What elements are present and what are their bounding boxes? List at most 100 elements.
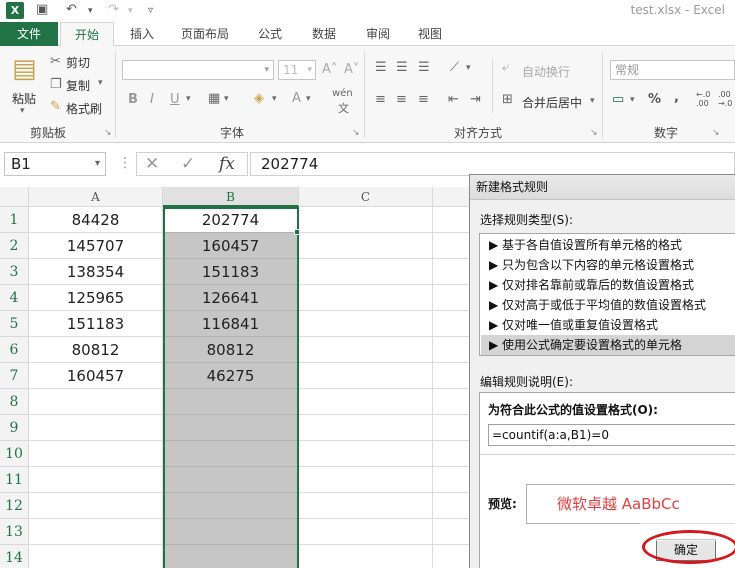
tab-file[interactable]: 文件 xyxy=(0,22,58,46)
orientation-dropdown-icon[interactable]: ▾ xyxy=(466,63,471,73)
cell-b[interactable] xyxy=(163,493,299,519)
copy-dropdown-icon[interactable]: ▾ xyxy=(98,78,103,88)
cell-c[interactable] xyxy=(299,467,433,493)
orientation-icon[interactable]: ⟋ xyxy=(450,60,459,75)
cell-c[interactable] xyxy=(299,415,433,441)
underline-button[interactable]: U xyxy=(170,92,180,107)
cell-a[interactable] xyxy=(29,441,163,467)
tab-insert[interactable]: 插入 xyxy=(120,22,164,46)
merge-center-icon[interactable]: ⊞ xyxy=(502,92,513,107)
select-all-corner[interactable] xyxy=(0,187,29,207)
align-middle-icon[interactable]: ☰ xyxy=(396,60,408,75)
row-header[interactable]: 6 xyxy=(0,337,29,363)
enter-icon[interactable]: ✓ xyxy=(181,154,195,174)
column-header-b[interactable]: B xyxy=(163,187,299,207)
row-header[interactable]: 13 xyxy=(0,519,29,545)
cell-c[interactable] xyxy=(299,285,433,311)
save-icon[interactable]: ▣ xyxy=(36,2,48,17)
tab-formulas[interactable]: 公式 xyxy=(248,22,292,46)
format-painter-button[interactable]: 格式刷 xyxy=(66,100,102,117)
rule-type-list[interactable]: ▶ 基于各自值设置所有单元格的格式 ▶ 只为包含以下内容的单元格设置格式 ▶ 仅… xyxy=(479,233,735,356)
wrap-text-icon[interactable]: ⤶ xyxy=(502,60,509,75)
decrease-decimal-button[interactable]: .00 →.0 xyxy=(718,90,735,108)
cell-a[interactable] xyxy=(29,389,163,415)
cell-a[interactable]: 80812 xyxy=(29,337,163,363)
row-header[interactable]: 11 xyxy=(0,467,29,493)
redo-icon[interactable]: ↷ xyxy=(108,2,119,17)
paste-button[interactable]: 粘贴 xyxy=(12,90,36,107)
align-top-icon[interactable]: ☰ xyxy=(375,60,387,75)
wrap-text-button[interactable]: 自动换行 xyxy=(522,63,570,80)
more-options-icon[interactable]: ⋮ xyxy=(118,155,132,171)
insert-function-button[interactable]: fx xyxy=(219,154,235,174)
accounting-dropdown-icon[interactable]: ▾ xyxy=(630,95,635,105)
rule-type-item-selected[interactable]: ▶ 使用公式确定要设置格式的单元格 xyxy=(481,335,735,355)
redo-dropdown-icon[interactable]: ▾ xyxy=(128,6,133,16)
format-painter-icon[interactable]: ✎ xyxy=(50,99,61,114)
accounting-format-icon[interactable]: ▭ xyxy=(612,92,624,107)
cell-a[interactable] xyxy=(29,545,163,568)
shrink-font-icon[interactable]: A˅ xyxy=(344,62,359,77)
cell-b[interactable] xyxy=(163,441,299,467)
font-size-box[interactable]: 11 ▾ xyxy=(278,60,316,80)
paste-icon[interactable]: ▤ xyxy=(12,54,37,84)
bold-button[interactable]: B xyxy=(128,92,138,107)
cell-c[interactable] xyxy=(299,519,433,545)
cell-a[interactable] xyxy=(29,467,163,493)
clipboard-launcher-icon[interactable]: ↘ xyxy=(104,128,112,138)
name-box-dropdown-icon[interactable]: ▾ xyxy=(95,153,100,175)
undo-dropdown-icon[interactable]: ▾ xyxy=(88,6,93,16)
font-color-dropdown-icon[interactable]: ▾ xyxy=(306,94,311,104)
increase-decimal-button[interactable]: ←.0 .00 xyxy=(696,90,716,108)
column-header-c[interactable]: C xyxy=(299,187,433,207)
cell-a[interactable] xyxy=(29,519,163,545)
font-launcher-icon[interactable]: ↘ xyxy=(352,128,360,138)
italic-button[interactable]: I xyxy=(150,92,154,107)
decrease-indent-icon[interactable]: ⇤ xyxy=(448,92,459,107)
cell-b-active[interactable]: 202774 xyxy=(163,207,299,233)
undo-icon[interactable]: ↶ xyxy=(66,2,77,17)
cell-c[interactable] xyxy=(299,545,433,568)
cell-b[interactable]: 160457 xyxy=(163,233,299,259)
cell-a[interactable]: 145707 xyxy=(29,233,163,259)
align-bottom-icon[interactable]: ☰ xyxy=(418,60,430,75)
cell-a[interactable]: 138354 xyxy=(29,259,163,285)
align-center-icon[interactable]: ≡ xyxy=(396,92,407,107)
cell-c[interactable] xyxy=(299,441,433,467)
font-name-box[interactable]: ▾ xyxy=(122,60,274,80)
cell-b[interactable]: 116841 xyxy=(163,311,299,337)
cell-c[interactable] xyxy=(299,311,433,337)
row-header[interactable]: 9 xyxy=(0,415,29,441)
row-header[interactable]: 1 xyxy=(0,207,29,233)
merge-dropdown-icon[interactable]: ▾ xyxy=(590,96,595,106)
formula-input[interactable]: 202774 xyxy=(250,152,735,176)
merge-center-button[interactable]: 合并后居中 xyxy=(522,94,582,111)
row-header[interactable]: 5 xyxy=(0,311,29,337)
cut-button[interactable]: 剪切 xyxy=(66,54,90,71)
cell-a[interactable]: 125965 xyxy=(29,285,163,311)
fill-color-icon[interactable]: ◈ xyxy=(254,91,264,106)
copy-button[interactable]: 复制 xyxy=(66,77,90,94)
column-header-a[interactable]: A xyxy=(29,187,163,207)
align-right-icon[interactable]: ≡ xyxy=(418,92,429,107)
cell-a[interactable]: 160457 xyxy=(29,363,163,389)
cell-b[interactable] xyxy=(163,467,299,493)
cell-b[interactable]: 151183 xyxy=(163,259,299,285)
tab-view[interactable]: 视图 xyxy=(408,22,452,46)
align-left-icon[interactable]: ≡ xyxy=(375,92,386,107)
cell-b[interactable] xyxy=(163,415,299,441)
borders-dropdown-icon[interactable]: ▾ xyxy=(224,94,229,104)
fill-handle[interactable] xyxy=(294,229,300,235)
cell-c[interactable] xyxy=(299,207,433,233)
cell-a[interactable]: 151183 xyxy=(29,311,163,337)
row-header[interactable]: 14 xyxy=(0,545,29,568)
row-header[interactable]: 2 xyxy=(0,233,29,259)
alignment-launcher-icon[interactable]: ↘ xyxy=(590,128,598,138)
fill-color-dropdown-icon[interactable]: ▾ xyxy=(272,94,277,104)
paste-dropdown-icon[interactable]: ▾ xyxy=(20,106,25,116)
cell-c[interactable] xyxy=(299,389,433,415)
tab-page-layout[interactable]: 页面布局 xyxy=(172,22,238,46)
cell-b[interactable]: 80812 xyxy=(163,337,299,363)
rule-type-item[interactable]: ▶ 仅对排名靠前或靠后的数值设置格式 xyxy=(481,275,735,295)
tab-home[interactable]: 开始 xyxy=(60,22,114,47)
